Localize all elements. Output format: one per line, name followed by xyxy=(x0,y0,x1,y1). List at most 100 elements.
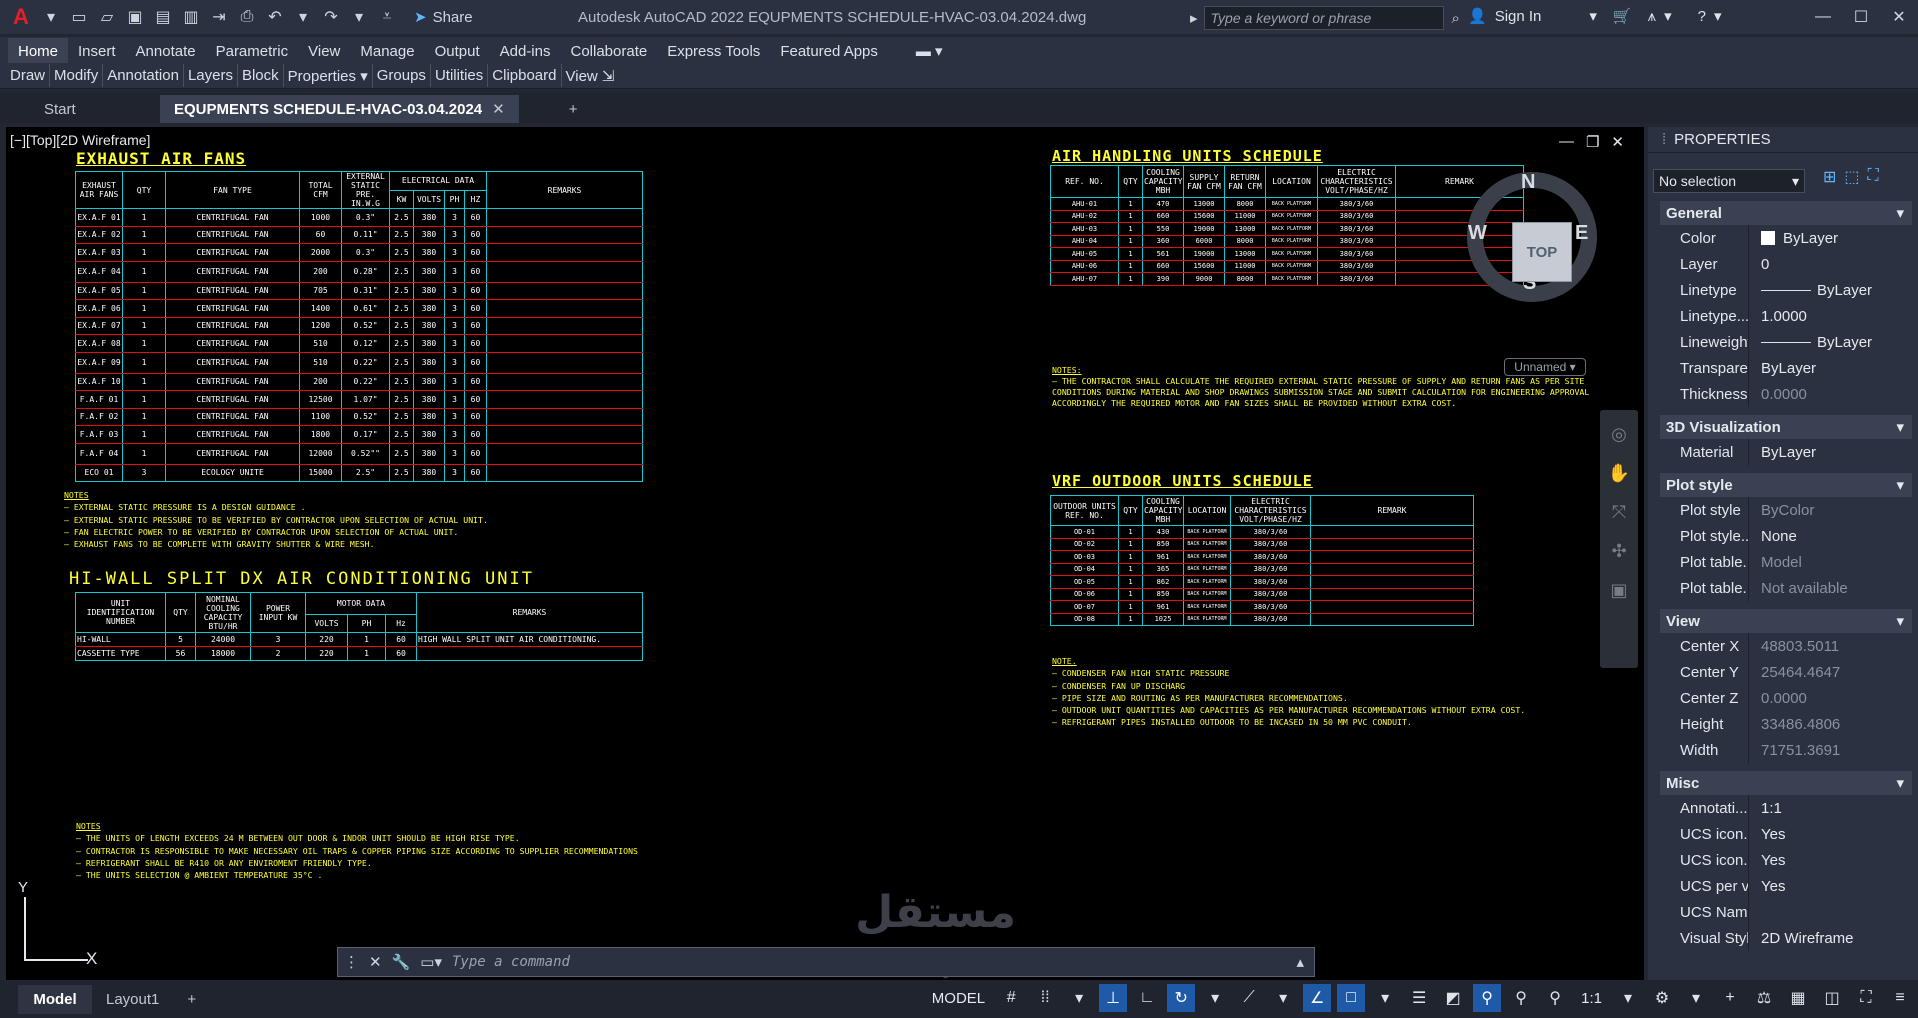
object-snap-tracking-icon[interactable]: ∠ xyxy=(1303,984,1332,1012)
property-row[interactable]: Width 71751.3691 xyxy=(1660,737,1912,763)
undo-dropdown-icon[interactable]: ▾ xyxy=(292,6,314,28)
section-header[interactable]: 3D Visualization ▾ xyxy=(1660,415,1912,439)
chevron-down-icon[interactable]: ▾ xyxy=(1664,7,1672,25)
property-value[interactable]: 48803.5011 xyxy=(1748,633,1912,659)
polar-tracking-icon[interactable]: ↻ xyxy=(1167,984,1196,1012)
property-row[interactable]: Layer 0 xyxy=(1660,251,1912,277)
annotation-scale-icon[interactable]: ⚲ xyxy=(1541,984,1569,1012)
select-objects-icon[interactable]: ⬚ xyxy=(1844,167,1859,187)
isolate-objects-icon[interactable]: ◫ xyxy=(1818,984,1846,1012)
section-header[interactable]: General ▾ xyxy=(1660,201,1912,225)
property-row[interactable]: Visual Style 2D Wireframe xyxy=(1660,925,1912,951)
customize-icon[interactable]: 🔧 xyxy=(392,953,411,971)
drawing-tab[interactable]: EQUPMENTS SCHEDULE-HVAC-03.04.2024 ✕ xyxy=(160,95,519,123)
property-row[interactable]: UCS icon... Yes xyxy=(1660,821,1912,847)
command-input[interactable]: Type a command xyxy=(452,954,570,970)
property-value[interactable]: Yes xyxy=(1748,847,1912,873)
steering-wheel-icon[interactable]: ◎ xyxy=(1611,424,1627,445)
property-row[interactable]: Plot style ByColor xyxy=(1660,497,1912,523)
grip-icon[interactable]: ⋮ xyxy=(344,953,359,971)
redo-icon[interactable]: ↷ xyxy=(320,6,342,28)
cart-icon[interactable]: 🛒 xyxy=(1613,7,1632,25)
property-value[interactable]: Not available xyxy=(1748,575,1912,601)
viewport-controls[interactable]: [−][Top][2D Wireframe] xyxy=(10,132,150,148)
maximize-icon[interactable]: ☐ xyxy=(1842,7,1880,27)
infer-constraints-icon[interactable]: ⊥ xyxy=(1099,984,1128,1012)
search-input[interactable]: Type a keyword or phrase xyxy=(1203,6,1444,30)
chevron-down-icon[interactable]: ▾ xyxy=(1714,7,1722,25)
save-as-icon[interactable]: ▤ xyxy=(152,6,174,28)
property-value[interactable]: Yes xyxy=(1748,821,1912,847)
command-history-icon[interactable]: ▴ xyxy=(1296,953,1304,971)
quick-properties-icon[interactable]: ▦ xyxy=(1784,984,1812,1012)
collapse-icon[interactable]: ▾ xyxy=(1896,612,1904,630)
workspace-gear-icon[interactable]: ⚙ xyxy=(1648,984,1676,1012)
section-header[interactable]: Plot style ▾ xyxy=(1660,473,1912,497)
property-row[interactable]: Linetype ByLayer xyxy=(1660,277,1912,303)
section-header[interactable]: View ▾ xyxy=(1660,609,1912,633)
undo-icon[interactable]: ↶ xyxy=(264,6,286,28)
tab-insert[interactable]: Insert xyxy=(68,38,126,65)
property-value[interactable]: ByLayer xyxy=(1748,277,1912,303)
redo-dropdown-icon[interactable]: ▾ xyxy=(348,6,370,28)
object-snap-dropdown-icon[interactable]: ▾ xyxy=(1371,984,1399,1012)
close-tab-icon[interactable]: ✕ xyxy=(492,100,505,118)
property-value[interactable]: 1.0000 xyxy=(1748,303,1912,329)
tab-view[interactable]: View xyxy=(298,38,350,65)
model-space-button[interactable]: MODEL xyxy=(926,986,991,1011)
pan-icon[interactable]: ✋ xyxy=(1608,463,1630,484)
compass-n[interactable]: N xyxy=(1521,171,1535,194)
property-value[interactable]: 33486.4806 xyxy=(1748,711,1912,737)
property-row[interactable]: UCS per v... Yes xyxy=(1660,873,1912,899)
grid-icon[interactable]: # xyxy=(997,984,1025,1012)
snap-dropdown-icon[interactable]: ▾ xyxy=(1065,984,1093,1012)
orbit-icon[interactable]: ✣ xyxy=(1611,541,1626,562)
workspace-dropdown-icon[interactable]: ▾ xyxy=(1682,984,1710,1012)
tab-add-ins[interactable]: Add-ins xyxy=(490,38,561,65)
property-value[interactable]: ByLayer xyxy=(1748,439,1912,465)
save-web-icon[interactable]: ⇥ xyxy=(208,6,230,28)
open-web-icon[interactable]: ▥ xyxy=(180,6,202,28)
property-row[interactable]: Linetype... 1.0000 xyxy=(1660,303,1912,329)
panel-draw[interactable]: Draw xyxy=(6,64,51,87)
property-row[interactable]: Material ByLayer xyxy=(1660,439,1912,465)
property-row[interactable]: Color ByLayer xyxy=(1660,225,1912,251)
tab-annotate[interactable]: Annotate xyxy=(126,38,206,65)
panel-utilities[interactable]: Utilities xyxy=(431,64,489,87)
clean-screen-icon[interactable]: ⛶ xyxy=(1852,984,1880,1012)
snap-icon[interactable]: ⁞⁞ xyxy=(1031,984,1059,1012)
property-value[interactable]: ByLayer xyxy=(1748,329,1912,355)
start-tab[interactable]: Start xyxy=(0,95,160,123)
ucs-menu[interactable]: Unnamed ▾ xyxy=(1504,358,1586,376)
lineweight-icon[interactable]: ☰ xyxy=(1405,984,1433,1012)
annotation-monitor-icon[interactable]: + xyxy=(1716,984,1744,1012)
panel-properties[interactable]: Properties ▾ xyxy=(284,63,373,88)
autocad-logo-icon[interactable]: A xyxy=(8,4,34,30)
property-value[interactable]: 2D Wireframe xyxy=(1748,925,1912,951)
new-tab-icon[interactable]: + xyxy=(559,95,588,123)
isodraft-dropdown-icon[interactable]: ▾ xyxy=(1269,984,1297,1012)
tab-parametric[interactable]: Parametric xyxy=(206,38,299,65)
showmotion-icon[interactable]: ▣ xyxy=(1610,580,1627,601)
quick-select-icon[interactable]: ⛶ xyxy=(1868,167,1879,187)
property-value[interactable]: Model xyxy=(1748,549,1912,575)
property-value[interactable] xyxy=(1748,899,1912,925)
tab-layout1[interactable]: Layout1 xyxy=(92,985,173,1014)
compass-e[interactable]: E xyxy=(1575,222,1588,245)
scale-dropdown-icon[interactable]: ▾ xyxy=(1614,984,1642,1012)
ribbon-toggle-icon[interactable]: ▬ ▾ xyxy=(906,37,953,65)
share-button[interactable]: ➤ Share xyxy=(414,8,473,27)
sign-in-button[interactable]: 👤 Sign In ▾ 🛒 ⩚ ▾ ? ▾ xyxy=(1468,7,1722,26)
property-value[interactable]: None xyxy=(1748,523,1912,549)
property-row[interactable]: Plot table... Model xyxy=(1660,549,1912,575)
autodesk-app-icon[interactable]: ⩚ xyxy=(1648,8,1656,25)
property-row[interactable]: Plot style... None xyxy=(1660,523,1912,549)
annotation-scale-value[interactable]: 1:1 xyxy=(1575,986,1608,1011)
property-row[interactable]: Lineweight ByLayer xyxy=(1660,329,1912,355)
save-icon[interactable]: ▣ xyxy=(124,6,146,28)
property-row[interactable]: Thickness 0.0000 xyxy=(1660,381,1912,407)
property-row[interactable]: Center Z 0.0000 xyxy=(1660,685,1912,711)
tab-collaborate[interactable]: Collaborate xyxy=(560,38,657,65)
collapse-icon[interactable]: ▾ xyxy=(1896,476,1904,494)
close-icon[interactable]: ✕ xyxy=(1880,7,1918,27)
